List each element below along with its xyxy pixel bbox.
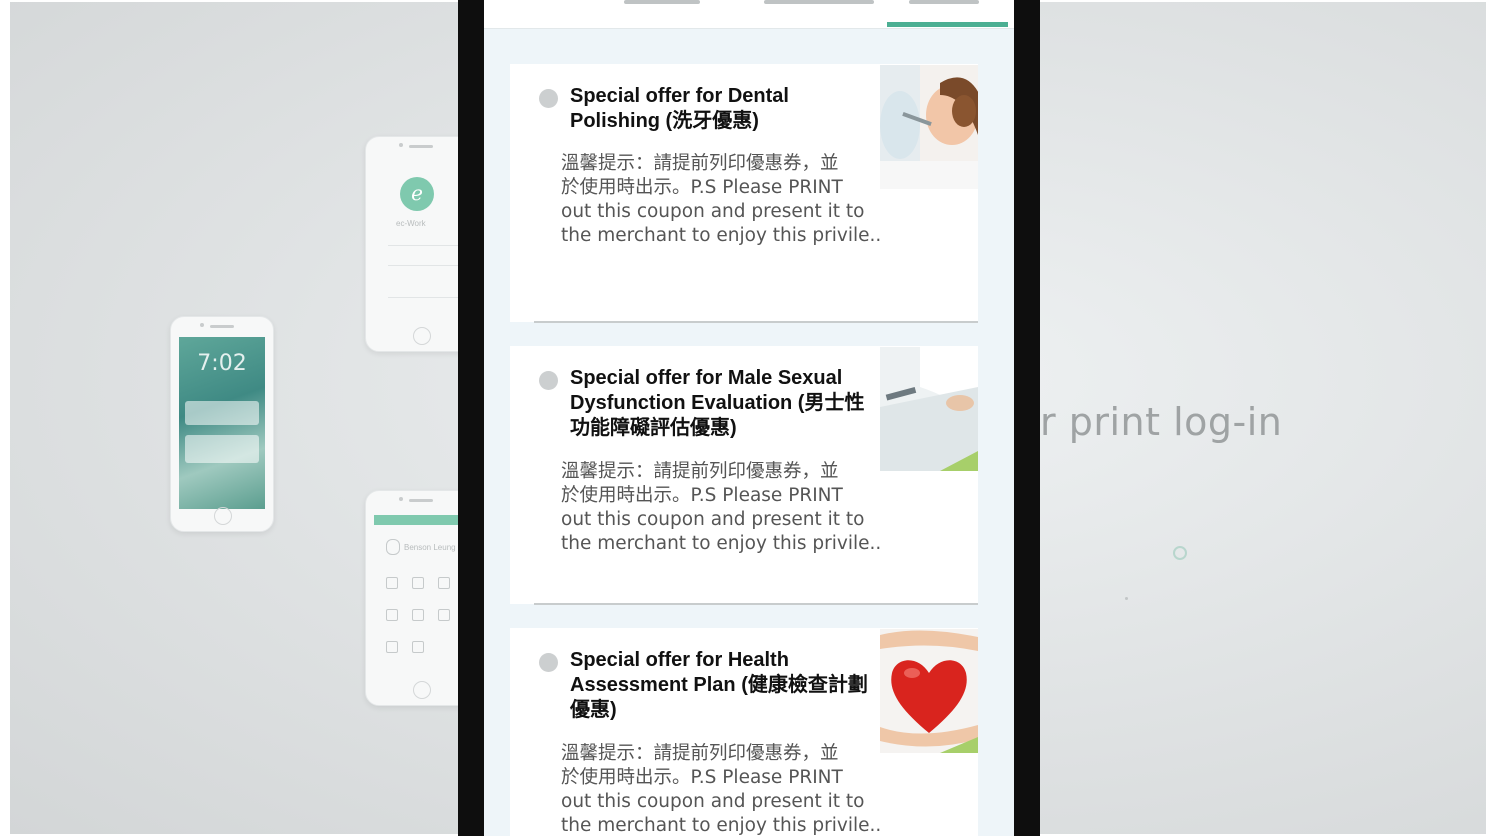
app-tile-icon — [438, 577, 450, 589]
unread-dot-icon — [539, 371, 558, 390]
tab-2[interactable] — [689, 0, 884, 28]
camera-dot — [399, 497, 403, 501]
tab-bar — [484, 0, 1014, 29]
lockscreen-notification — [185, 401, 259, 425]
lockscreen-time: 7:02 — [197, 351, 247, 376]
app-tile-icon — [412, 609, 424, 621]
coupon-title: Special offer for Male Sexual Dysfunctio… — [570, 367, 865, 439]
divider — [534, 603, 978, 605]
description-line: 於使用時出示。P.S Please PRINT — [561, 767, 843, 788]
camera-dot — [200, 323, 204, 327]
camera-dot — [399, 143, 403, 147]
coupon-description: 溫馨提示：請提前列印優惠券，並 於使用時出示。P.S Please PRINT … — [561, 152, 883, 248]
description-line: 溫馨提示：請提前列印優惠券，並 — [561, 743, 839, 764]
login-field-line — [388, 265, 458, 266]
doctor-desk-photo — [880, 347, 978, 471]
app-tile-icon — [438, 609, 450, 621]
login-field-line — [388, 297, 458, 298]
description-line: 於使用時出示。P.S Please PRINT — [561, 485, 843, 506]
description-line: the merchant to enjoy this privile... — [561, 225, 883, 246]
mini-phone-lockscreen: 7:02 — [170, 316, 274, 532]
profile-name: Benson Leung — [404, 543, 456, 552]
description-line: out this coupon and present it to — [561, 791, 865, 812]
tab-label-cutoff — [764, 0, 874, 4]
coupon-description: 溫馨提示：請提前列印優惠券，並 於使用時出示。P.S Please PRINT … — [561, 460, 883, 556]
coupon-card[interactable]: Special offer for Dental Polishing (洗牙優惠… — [510, 64, 978, 322]
app-tile-icon — [386, 609, 398, 621]
background-caption: r print log-in — [1040, 400, 1283, 444]
speaker-slot — [409, 145, 433, 148]
unread-dot-icon — [539, 653, 558, 672]
home-button — [413, 327, 431, 345]
lockscreen-wallpaper: 7:02 — [179, 337, 265, 509]
speaker-slot — [210, 325, 234, 328]
tab-1[interactable] — [484, 0, 700, 28]
lockscreen-notification — [185, 435, 259, 463]
app-header-bar — [374, 515, 468, 525]
app-logo-icon: ℯ — [400, 177, 434, 211]
tab-label-cutoff — [909, 0, 979, 4]
home-button — [413, 681, 431, 699]
coupon-description: 溫馨提示：請提前列印優惠券，並 於使用時出示。P.S Please PRINT … — [561, 742, 883, 836]
app-tile-icon — [386, 641, 398, 653]
avatar — [386, 539, 400, 555]
login-field-line — [388, 245, 458, 246]
description-line: 溫馨提示：請提前列印優惠券，並 — [561, 153, 839, 174]
description-line: out this coupon and present it to — [561, 201, 865, 222]
coupon-card[interactable]: Special offer for Health Assessment Plan… — [510, 628, 978, 836]
dental-child-photo — [880, 65, 978, 189]
divider — [534, 321, 978, 323]
app-tile-icon — [412, 577, 424, 589]
coupon-card[interactable]: Special offer for Male Sexual Dysfunctio… — [510, 346, 978, 604]
description-line: out this coupon and present it to — [561, 509, 865, 530]
coupon-title: Special offer for Dental Polishing (洗牙優惠… — [570, 85, 789, 132]
progress-ring-icon — [1173, 546, 1187, 560]
active-tab-indicator — [887, 22, 1008, 27]
description-line: the merchant to enjoy this privile... — [561, 815, 883, 836]
home-button — [214, 507, 232, 525]
app-tile-icon — [386, 577, 398, 589]
coupon-title: Special offer for Health Assessment Plan… — [570, 649, 868, 721]
description-line: the merchant to enjoy this privile... — [561, 533, 883, 554]
login-app-name: ec-Work — [396, 219, 426, 228]
app-tile-icon — [412, 641, 424, 653]
description-line: 於使用時出示。P.S Please PRINT — [561, 177, 843, 198]
speaker-slot — [409, 499, 433, 502]
app-screen: Special offer for Dental Polishing (洗牙優惠… — [484, 0, 1014, 836]
decor-dot — [1125, 597, 1128, 600]
description-line: 溫馨提示：請提前列印優惠券，並 — [561, 461, 839, 482]
red-heart-hands-photo — [880, 629, 978, 753]
unread-dot-icon — [539, 89, 558, 108]
